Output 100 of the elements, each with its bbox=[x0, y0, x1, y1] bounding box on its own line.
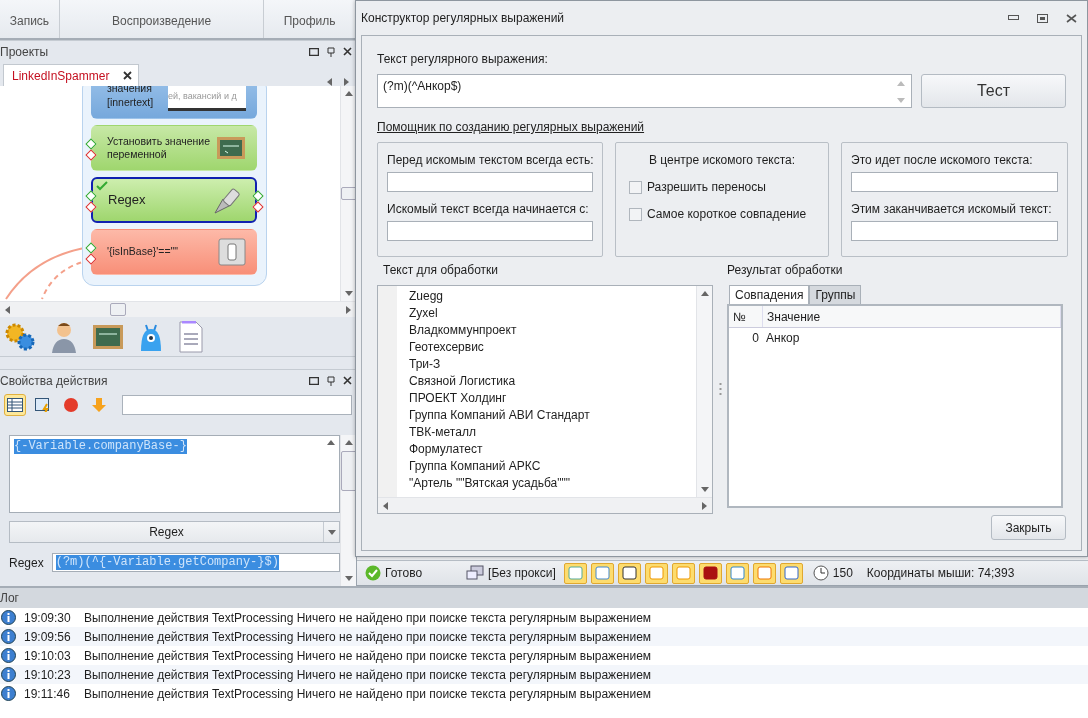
action-select[interactable]: Regex bbox=[9, 521, 340, 543]
person-icon[interactable] bbox=[50, 320, 78, 353]
regex-text: (?m)(^Анкор$) bbox=[383, 79, 462, 95]
section-label: Текст для обработки bbox=[382, 263, 499, 277]
node-label: значения [innertext] bbox=[107, 86, 154, 109]
pin-icon bbox=[327, 46, 335, 57]
log-message: Выполнение действия TextProcessing Ничего не найдено при поиске текста регулярным выражением bbox=[84, 610, 652, 625]
toolbar-toggle-button[interactable] bbox=[617, 562, 641, 584]
left-arrow-icon bbox=[382, 501, 390, 510]
check-circle-icon bbox=[365, 565, 381, 581]
clock-icon bbox=[812, 565, 829, 581]
caret-icon bbox=[327, 528, 336, 536]
log-time: 19:10:03 bbox=[24, 648, 72, 663]
input-field[interactable] bbox=[387, 172, 593, 192]
list-line: ПРОЕКТ Холдинг bbox=[408, 390, 508, 407]
search-field[interactable] bbox=[122, 395, 352, 415]
document-icon[interactable] bbox=[178, 320, 204, 353]
toolbar-toggle-button[interactable] bbox=[644, 562, 668, 584]
table-view-button[interactable] bbox=[4, 394, 26, 416]
list-line: Владкоммунпроект bbox=[408, 322, 518, 339]
panel-title: Проекты bbox=[0, 44, 49, 59]
checkbox[interactable] bbox=[629, 180, 642, 194]
checkbox[interactable] bbox=[629, 207, 642, 221]
restore-icon[interactable] bbox=[309, 47, 319, 56]
scroll-thumb[interactable] bbox=[340, 187, 357, 200]
table-cell-text: Анкор bbox=[765, 331, 801, 345]
down-arrow-icon bbox=[344, 289, 353, 297]
list-line: Zuegg bbox=[408, 288, 445, 305]
input-field[interactable] bbox=[851, 172, 1058, 192]
toolbar-toggle-button[interactable] bbox=[752, 562, 776, 584]
action-node[interactable]: Установить значение переменной bbox=[91, 125, 257, 171]
panel-title: Свойства действия bbox=[0, 373, 108, 388]
log-message: Выполнение действия TextProcessing Ничего не найдено при поиске текста регулярным выражением bbox=[84, 686, 652, 701]
text-list[interactable]: Zuegg Zyxel Владкоммунпроект Геотехсервис Три-З Связной Логистика ПРОЕКТ Холдинг Группа Компаний АВИ Стандарт ТВК-металл Формулатест Группа Компаний АРКС "Артель ""Вятская усадьба""" bbox=[377, 285, 713, 514]
list-line: Zyxel bbox=[408, 305, 439, 322]
field-label: Это идет после искомого текста: bbox=[851, 153, 1034, 167]
maximize-icon[interactable] bbox=[1037, 13, 1048, 23]
toolbar-toggle-button[interactable] bbox=[563, 562, 587, 584]
list-line: Формулатест bbox=[408, 441, 484, 458]
field-label: Перед искомым текстом всегда есть: bbox=[387, 153, 593, 167]
list-line: Геотехсервис bbox=[408, 339, 485, 356]
section-label: Результат обработки bbox=[727, 263, 844, 277]
close-icon[interactable] bbox=[1066, 13, 1077, 23]
left-arrow-icon bbox=[326, 78, 334, 86]
port-icon[interactable] bbox=[85, 190, 97, 202]
action-node[interactable]: Regex bbox=[91, 177, 257, 223]
project-tab[interactable]: LinkedInSpammer bbox=[3, 64, 140, 86]
action-node[interactable]: '{isInBase}'=="" bbox=[91, 229, 257, 275]
status-text: Готово bbox=[385, 566, 423, 580]
list-line: "Артель ""Вятская усадьба""" bbox=[408, 475, 571, 492]
ribbon-tab[interactable]: Воспроизведение bbox=[59, 0, 265, 38]
column-header[interactable]: Значение bbox=[763, 306, 1061, 327]
toolbar-toggle-button[interactable] bbox=[725, 562, 749, 584]
result-tab[interactable]: Совпадения bbox=[729, 285, 810, 304]
node-thumbnail: ей, вакансий и д bbox=[168, 86, 246, 111]
port-icon[interactable] bbox=[252, 190, 264, 202]
scroll-thumb[interactable] bbox=[110, 303, 126, 316]
toolbar-toggle-button[interactable] bbox=[779, 562, 803, 584]
pin-icon bbox=[327, 375, 335, 386]
port-icon[interactable] bbox=[85, 201, 97, 213]
log-time: 19:09:56 bbox=[24, 629, 72, 644]
log-time: 19:10:23 bbox=[24, 667, 72, 682]
down-arrow-icon bbox=[700, 485, 709, 493]
up-arrow-icon bbox=[344, 90, 353, 98]
column-header[interactable]: № bbox=[729, 306, 763, 327]
restore-icon[interactable] bbox=[309, 376, 319, 385]
list-line: ТВК-металл bbox=[408, 424, 477, 441]
gears-icon[interactable] bbox=[4, 321, 36, 352]
log-message: Выполнение действия TextProcessing Ничего не найдено при поиске текста регулярным выражением bbox=[84, 629, 652, 644]
computer-icon bbox=[466, 565, 485, 581]
right-arrow-icon bbox=[344, 305, 352, 314]
close-icon bbox=[123, 71, 133, 80]
counter-text: 150 bbox=[832, 566, 853, 580]
helper-link[interactable]: Помощник по созданию регулярных выражений bbox=[377, 120, 645, 134]
table-cell-text: 0 bbox=[751, 331, 760, 345]
port-icon[interactable] bbox=[252, 201, 264, 213]
input-field[interactable] bbox=[851, 221, 1058, 241]
test-button[interactable]: Тест bbox=[921, 74, 1066, 108]
mouse-coordinates: Координаты мыши: 74;393 bbox=[866, 566, 1015, 580]
close-button[interactable]: Закрыть bbox=[991, 515, 1066, 540]
node-label: Regex bbox=[108, 191, 146, 209]
field-label: Этим заканчивается искомый текст: bbox=[851, 202, 1053, 216]
regex-field[interactable]: (?m)(^Анкор$) bbox=[377, 74, 912, 108]
toolbar-toggle-button[interactable] bbox=[671, 562, 695, 584]
group-title: В центре искомого текста: bbox=[647, 153, 797, 167]
ribbon-tab[interactable]: Запись bbox=[0, 0, 60, 38]
proxy-status[interactable]: [Без прокси] bbox=[488, 566, 556, 580]
minimize-icon[interactable] bbox=[1008, 15, 1019, 21]
splitter-grip-icon bbox=[718, 381, 722, 396]
left-arrow-icon bbox=[4, 305, 12, 314]
field-label: Искомый текст всегда начинается с: bbox=[387, 202, 590, 216]
input-field[interactable] bbox=[387, 221, 593, 241]
chalkboard-icon[interactable] bbox=[92, 323, 124, 350]
scroll-thumb[interactable] bbox=[340, 450, 356, 491]
toolbar-toggle-button[interactable] bbox=[590, 562, 614, 584]
toolbar-toggle-button[interactable] bbox=[698, 562, 722, 584]
result-tab[interactable]: Группы bbox=[809, 285, 862, 304]
check-icon bbox=[96, 181, 108, 191]
list-line: Группа Компаний АВИ Стандарт bbox=[408, 407, 591, 424]
action-node[interactable]: значения [innertext] ей, вакансий и д bbox=[91, 86, 257, 119]
